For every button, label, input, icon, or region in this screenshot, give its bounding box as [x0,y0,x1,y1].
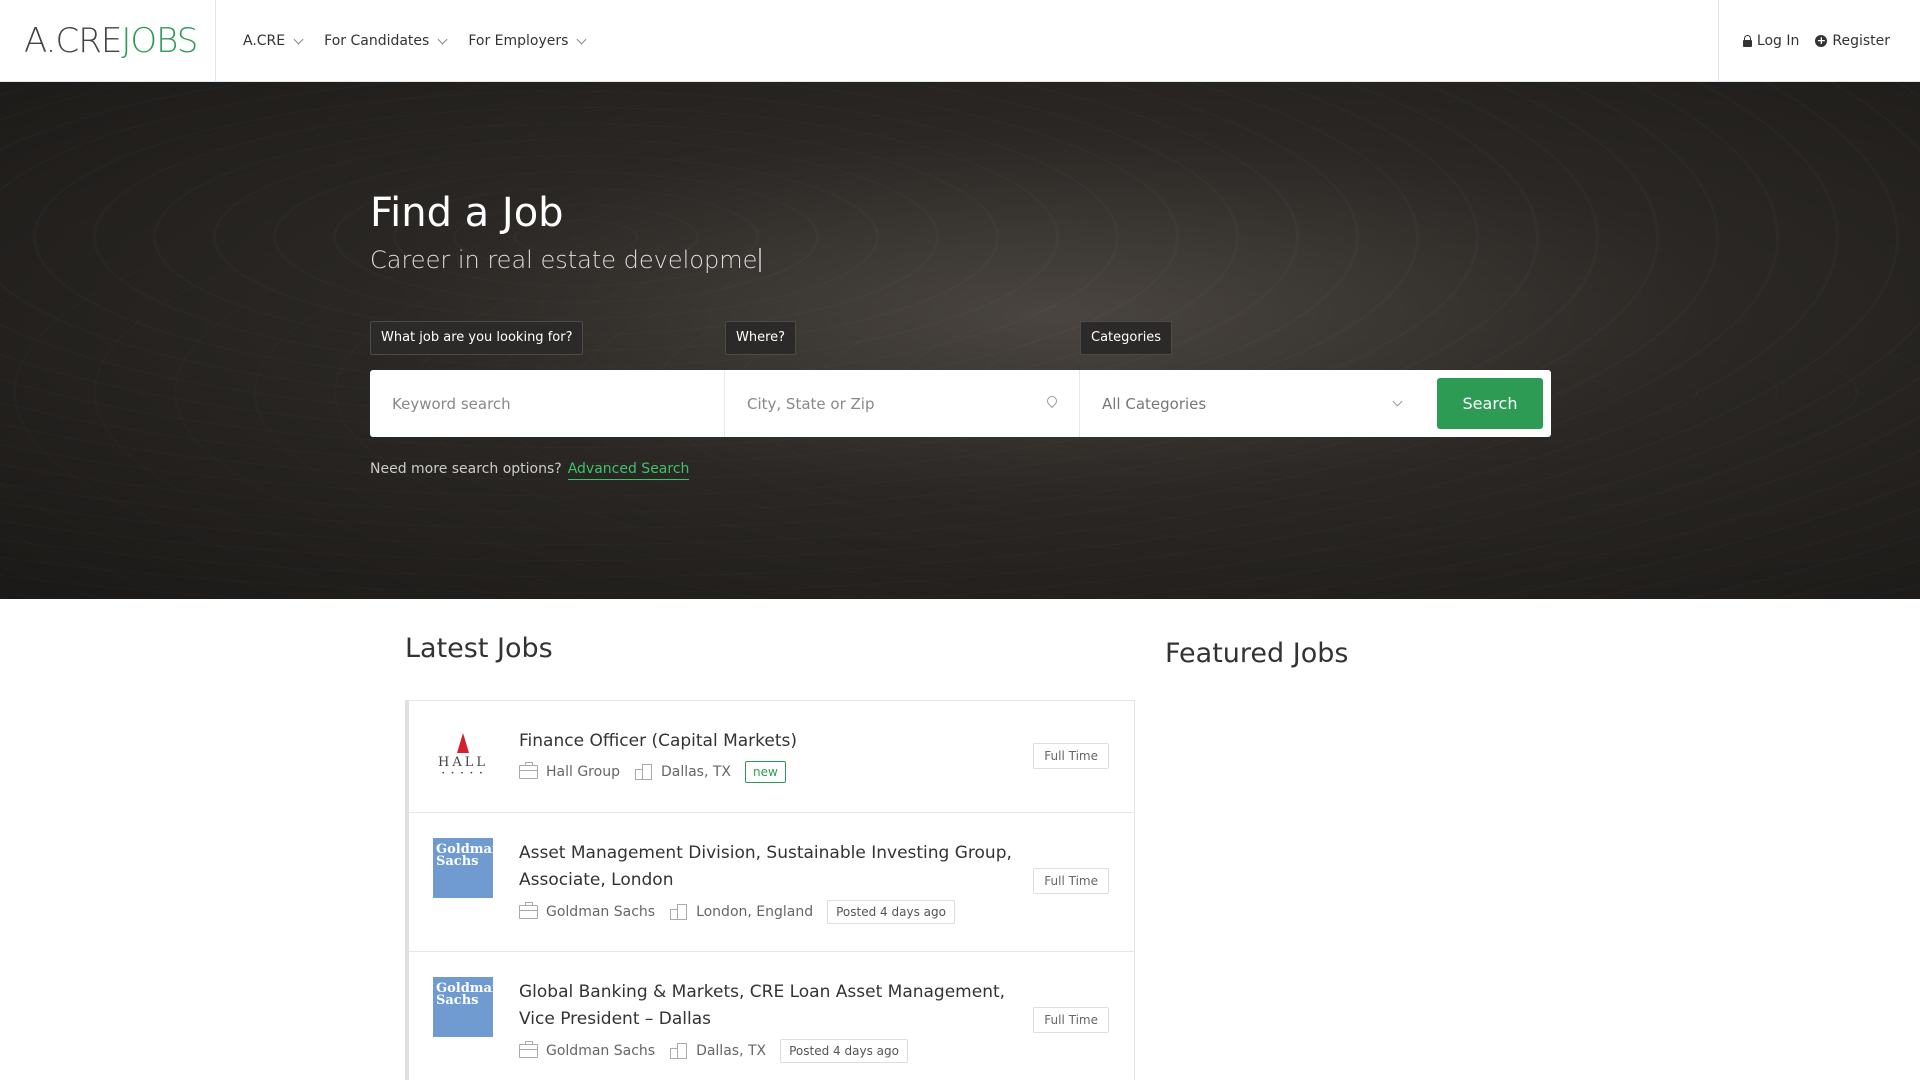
site-logo[interactable]: A.CREJOBS [24,22,198,60]
city-icon [669,1042,688,1059]
company-logo: HALL • • • • • [433,725,493,785]
hero-title: Find a Job [370,190,564,236]
category-select[interactable]: All Categories [1080,395,1206,413]
advanced-search-link[interactable]: Advanced Search [567,461,690,480]
city-icon [634,763,653,780]
posted-badge: Posted 4 days ago [827,900,955,924]
new-badge: new [745,761,786,783]
company-logo: Goldman Sachs [433,838,501,898]
job-row[interactable]: Goldman Sachs Global Banking & Markets, … [409,952,1134,1080]
main-nav: A.CRE For Candidates For Employers [243,0,587,82]
nav-item-acre[interactable]: A.CRE [243,33,304,49]
job-location: Dallas, TX [696,1043,767,1059]
job-location: London, England [696,904,814,920]
search-bar: All Categories Search [370,370,1551,437]
job-list: HALL • • • • • Finance Officer (Capital … [405,700,1135,1080]
chevron-down-icon [293,34,304,44]
category-cell: All Categories Search [1080,370,1551,437]
site-header: A.CREJOBS A.CRE For Candidates For Emplo… [0,0,1920,82]
keyword-cell [370,370,725,437]
latest-jobs-title: Latest Jobs [405,633,553,664]
job-meta: Goldman Sachs Dallas, TX Posted 4 days a… [519,1039,908,1063]
job-location: Dallas, TX [660,764,732,780]
job-title[interactable]: Asset Management Division, Sustainable I… [519,840,1019,894]
chevron-down-icon [1392,396,1403,407]
job-company: Goldman Sachs [546,1043,656,1059]
location-cell [725,370,1080,437]
chevron-down-icon [437,34,448,44]
auth-links: Log In + Register [1742,0,1890,82]
categories-label: Categories [1080,321,1173,355]
job-meta: Hall Group Dallas, TX new [519,761,786,783]
search-button[interactable]: Search [1437,378,1543,429]
featured-jobs-title: Featured Jobs [1165,638,1349,669]
more-search-options: Need more search options? Advanced Search [370,461,690,480]
posted-badge: Posted 4 days ago [780,1039,908,1063]
keyword-label: What job are you looking for? [370,321,584,355]
job-row[interactable]: HALL • • • • • Finance Officer (Capital … [409,701,1134,813]
header-divider [1718,0,1719,82]
lock-icon [1742,35,1752,47]
job-type-badge: Full Time [1033,1007,1109,1033]
header-divider [215,0,216,82]
login-link[interactable]: Log In [1742,33,1799,49]
register-link[interactable]: + Register [1815,33,1890,49]
job-type-badge: Full Time [1033,868,1109,894]
plus-circle-icon: + [1815,34,1828,47]
company-logo: Goldman Sachs [433,977,501,1037]
job-meta: Goldman Sachs London, England Posted 4 d… [519,900,955,924]
hero-subtitle: Career in real estate developme [370,246,762,274]
job-company: Goldman Sachs [546,904,656,920]
briefcase-icon [519,902,538,919]
job-company: Hall Group [546,764,620,780]
typing-cursor [759,248,762,272]
hero-section: Find a Job Career in real estate develop… [0,82,1920,599]
keyword-input[interactable] [370,394,724,413]
chevron-down-icon [577,34,587,44]
briefcase-icon [519,1041,538,1058]
nav-item-for-employers[interactable]: For Employers [468,33,587,49]
job-title[interactable]: Finance Officer (Capital Markets) [519,728,1019,755]
nav-item-for-candidates[interactable]: For Candidates [324,33,448,49]
city-icon [669,903,688,920]
job-row[interactable]: Goldman Sachs Asset Management Division,… [409,813,1134,952]
location-input[interactable] [725,394,1079,413]
where-label: Where? [725,321,797,355]
job-type-badge: Full Time [1033,743,1109,769]
hall-logo-mark [454,733,472,753]
job-title[interactable]: Global Banking & Markets, CRE Loan Asset… [519,979,1019,1033]
briefcase-icon [519,762,538,779]
